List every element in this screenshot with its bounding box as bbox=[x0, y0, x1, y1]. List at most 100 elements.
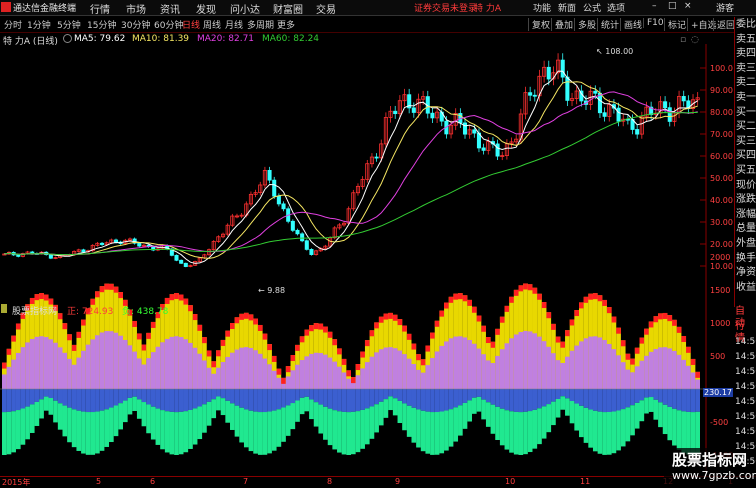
high-value: 108.00 bbox=[605, 47, 634, 56]
indicator-neg-bar bbox=[630, 389, 635, 406]
indicator-neg-bar bbox=[15, 389, 21, 411]
period-tab-more[interactable]: 更多 bbox=[277, 18, 295, 31]
indicator-top-bar bbox=[620, 340, 626, 347]
menu-item-wealth[interactable]: 财富圈 bbox=[273, 1, 303, 16]
indicator-purple-bar bbox=[304, 356, 310, 389]
period-tab-intraday[interactable]: 分时 bbox=[4, 18, 22, 31]
indicator-top-bar bbox=[43, 294, 49, 301]
indicator-top-bar bbox=[676, 326, 682, 333]
tool-f10[interactable]: F10 bbox=[643, 18, 664, 28]
menu-item-discover[interactable]: 发现 bbox=[196, 1, 216, 16]
indicator-neg-green bbox=[160, 410, 165, 450]
period-tab-multi[interactable]: 多周期 bbox=[247, 18, 274, 31]
quote-row-label: 卖三 bbox=[736, 62, 756, 74]
indicator-top-bar bbox=[276, 368, 282, 375]
indicator-top-bar bbox=[388, 312, 393, 319]
tool-stats[interactable]: 统计 bbox=[597, 18, 619, 31]
indicator-purple-bar bbox=[127, 345, 133, 389]
indicator-toggle-icon[interactable] bbox=[1, 304, 7, 313]
indicator-neg-bar bbox=[11, 389, 16, 412]
indicator-top-bar bbox=[67, 334, 72, 341]
indicator-neg-bar bbox=[667, 389, 673, 407]
period-tab-daily[interactable]: 日线 bbox=[182, 18, 200, 31]
indicator-top-bar bbox=[95, 291, 100, 298]
indicator-purple-bar bbox=[81, 350, 86, 389]
indicator-neg-green bbox=[360, 409, 365, 449]
indicator-neg-green bbox=[420, 410, 426, 452]
menu-new[interactable]: 新面 bbox=[558, 1, 576, 14]
indicator-neg-bar bbox=[253, 389, 258, 412]
indicator-purple-bar bbox=[109, 331, 114, 389]
indicator-neg-bar bbox=[658, 389, 663, 403]
indicator-top-bar bbox=[434, 320, 440, 327]
indicator-neg-green bbox=[453, 407, 459, 442]
indicator-neg-bar bbox=[230, 389, 235, 404]
indicator-neg-bar bbox=[220, 389, 226, 399]
indicator-neg-bar bbox=[174, 389, 179, 413]
period-tab-monthly[interactable]: 月线 bbox=[225, 18, 243, 31]
window-restore-icon[interactable]: □ bbox=[668, 1, 677, 11]
quote-row-label: 收益 bbox=[736, 281, 756, 293]
candle-body bbox=[560, 59, 565, 78]
indicator-neg-green bbox=[25, 406, 30, 440]
window-close-icon[interactable]: × bbox=[684, 1, 692, 11]
indicator-top-bar bbox=[471, 306, 477, 313]
indicator-neg-green bbox=[290, 403, 296, 430]
menu-item-trade[interactable]: 交易 bbox=[316, 1, 336, 16]
indicator-purple-bar bbox=[95, 335, 100, 389]
indicator-top-bar bbox=[174, 293, 179, 300]
settings-circle-icon[interactable] bbox=[63, 34, 72, 43]
indicator-top-bar bbox=[99, 286, 105, 293]
indicator-top-bar bbox=[132, 320, 137, 327]
menu-function[interactable]: 功能 bbox=[533, 1, 551, 14]
indicator-top-bar bbox=[248, 314, 254, 321]
indicator-neg-green bbox=[495, 406, 500, 440]
period-tab-30min[interactable]: 30分钟 bbox=[121, 18, 150, 31]
indicator-neg-bar bbox=[527, 389, 533, 412]
login-warning[interactable]: 证券交易未登录 bbox=[414, 1, 477, 14]
window-minimize-icon[interactable]: – bbox=[652, 1, 657, 11]
indicator-purple-bar bbox=[453, 336, 459, 389]
tool-back[interactable]: 返回 bbox=[713, 18, 735, 31]
indicator-top-bar bbox=[34, 294, 40, 301]
candle-body bbox=[681, 96, 686, 102]
indicator-purple-bar bbox=[383, 347, 389, 389]
menu-item-market[interactable]: 市场 bbox=[126, 1, 146, 16]
kline-chart[interactable]: 100.0 90.00 80.00 70.00 60.00 50.00 40.00 30.00… bbox=[0, 44, 734, 476]
tool-adjust[interactable]: 复权 bbox=[528, 18, 550, 31]
tool-multi-stock[interactable]: 多股 bbox=[574, 18, 596, 31]
tool-overlay[interactable]: 叠加 bbox=[551, 18, 573, 31]
indicator-neg-green bbox=[644, 397, 649, 414]
indicator-neg-green bbox=[541, 406, 547, 439]
indicator-purple-bar bbox=[686, 365, 691, 389]
indicator-axis-label: 500 bbox=[710, 352, 725, 361]
tool-draw[interactable]: 画线 bbox=[620, 18, 642, 31]
menu-item-news[interactable]: 资讯 bbox=[160, 1, 180, 16]
menu-options[interactable]: 选项 bbox=[607, 1, 625, 14]
period-tab-60min[interactable]: 60分钟 bbox=[154, 18, 183, 31]
price-axis-label: 40.00 bbox=[710, 196, 733, 205]
price-axis-label: 70.00 bbox=[710, 130, 733, 139]
period-tab-1min[interactable]: 1分钟 bbox=[27, 18, 51, 31]
indicator-neg-bar bbox=[509, 389, 514, 412]
ma60-line bbox=[4, 111, 698, 256]
indicator-neg-bar bbox=[476, 389, 482, 397]
period-tab-weekly[interactable]: 周线 bbox=[203, 18, 221, 31]
tool-mark[interactable]: 标记 bbox=[664, 18, 686, 31]
indicator-purple-bar bbox=[239, 347, 244, 389]
indicator-neg-bar bbox=[90, 389, 96, 413]
menu-item-ask[interactable]: 问小达 bbox=[230, 1, 260, 16]
indicator-top-bar bbox=[662, 312, 668, 319]
indicator-neg-green bbox=[234, 405, 240, 437]
menu-item-quotes[interactable]: 行情 bbox=[90, 1, 110, 16]
period-tab-15min[interactable]: 15分钟 bbox=[87, 18, 116, 31]
period-tab-5min[interactable]: 5分钟 bbox=[57, 18, 81, 31]
menu-guest[interactable]: 游客 bbox=[716, 1, 734, 14]
indicator-neg-green bbox=[425, 411, 431, 454]
menu-formula[interactable]: 公式 bbox=[583, 1, 601, 14]
indicator-neg-bar bbox=[364, 389, 370, 409]
price-axis-label: 90.00 bbox=[710, 86, 733, 95]
indicator-purple-bar bbox=[132, 351, 137, 389]
indicator-purple-bar bbox=[188, 342, 193, 389]
indicator-neg-green bbox=[239, 407, 244, 443]
